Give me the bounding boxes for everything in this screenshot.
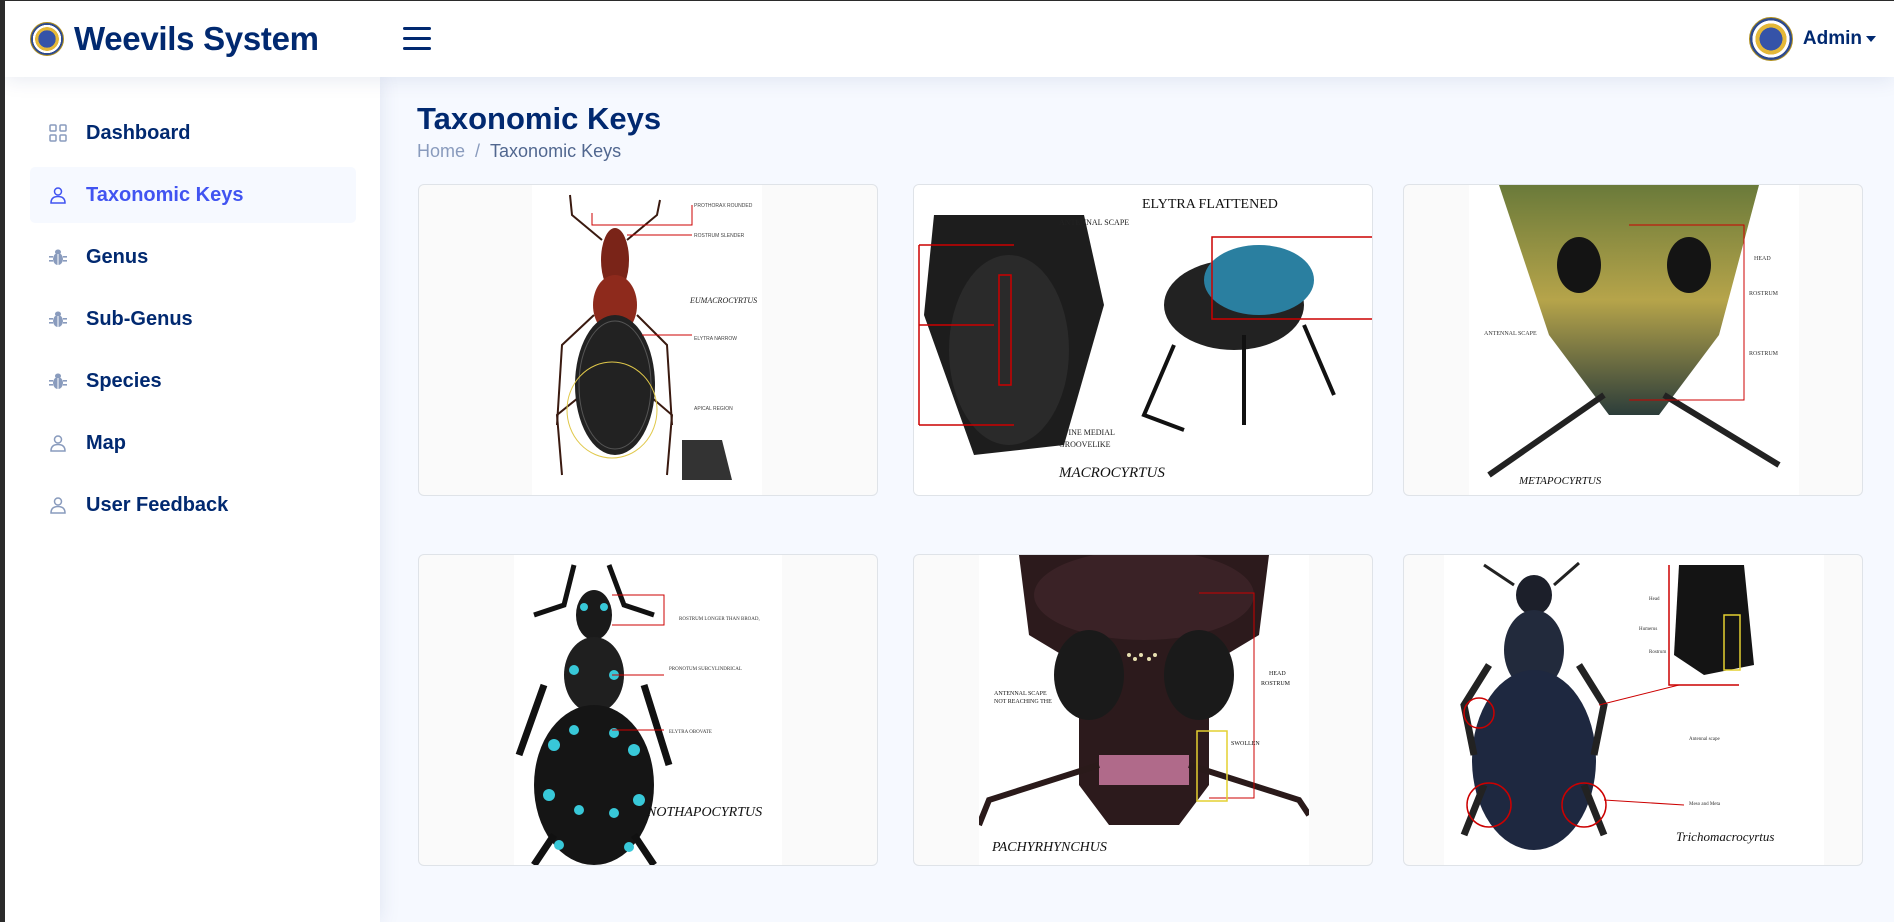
sidebar-item-user-feedback[interactable]: User Feedback	[30, 477, 356, 533]
weevil-key-image: ELYTRA FLATTENED ANTENNAL SCAPE FINE MED…	[914, 185, 1372, 495]
svg-text:Meso and Meta: Meso and Meta	[1689, 802, 1721, 807]
card-caption: Trichomacrocyrtus	[1676, 829, 1775, 844]
grid-icon	[48, 123, 68, 143]
sidebar-item-label: Genus	[86, 245, 149, 268]
breadcrumb-home-link[interactable]: Home	[417, 141, 465, 162]
svg-text:ANTENNAL SCAPE: ANTENNAL SCAPE	[1484, 331, 1537, 337]
taxonomic-key-card[interactable]: PROTHORAX ROUNDED ROSTRUM SLENDER ELYTRA N…	[418, 184, 878, 496]
sidebar-item-label: Map	[86, 431, 126, 454]
seal-logo-icon	[30, 22, 64, 56]
svg-text:PROTHORAX ROUNDED: PROTHORAX ROUNDED	[694, 203, 753, 209]
sidebar-item-sub-genus[interactable]: Sub-Genus	[30, 291, 356, 347]
sidebar: Dashboard Taxonomic Keys Genus Sub-Genus…	[5, 77, 380, 922]
svg-text:Antennal scape: Antennal scape	[1689, 737, 1720, 742]
taxonomic-key-card[interactable]: HEAD ROSTRUM ROSTRUM ANTENNAL SCAPE METAPOC…	[1403, 184, 1863, 496]
logo[interactable]: Weevils System	[30, 19, 319, 59]
bug-icon	[48, 309, 68, 329]
card-caption: PACHYRHYNCHUS	[992, 840, 1107, 855]
taxonomic-key-card[interactable]: ANTENNAL SCAPE NOT REACHING THE HEAD ROSTRU…	[913, 554, 1373, 866]
sidebar-item-label: Species	[86, 369, 162, 392]
bug-icon	[48, 371, 68, 391]
taxonomic-key-card[interactable]: ROSTRUM LONGER THAN BROAD, PRONOTUM SUBCY…	[418, 554, 878, 866]
sidebar-item-genus[interactable]: Genus	[30, 229, 356, 285]
svg-text:Humerus: Humerus	[1639, 627, 1657, 632]
sidebar-item-dashboard[interactable]: Dashboard	[30, 105, 356, 161]
svg-text:ROSTRUM: ROSTRUM	[1261, 681, 1291, 687]
app-window: Weevils System Admin Dashboard Taxonomic…	[0, 0, 1894, 922]
svg-text:ROSTRUM SLENDER: ROSTRUM SLENDER	[694, 233, 745, 239]
breadcrumb: Home / Taxonomic Keys	[417, 141, 621, 162]
page-title: Taxonomic Keys	[417, 101, 662, 136]
sidebar-item-species[interactable]: Species	[30, 353, 356, 409]
svg-text:Head: Head	[1649, 597, 1660, 602]
card-caption: NOTHAPOCYRTUS	[647, 805, 763, 820]
profile-name: Admin	[1802, 28, 1862, 49]
chevron-down-icon	[1866, 36, 1876, 42]
breadcrumb-current: Taxonomic Keys	[490, 141, 622, 161]
svg-text:GROOVELIKE: GROOVELIKE	[1059, 440, 1111, 449]
weevil-key-image: HEAD ROSTRUM ROSTRUM ANTENNAL SCAPE	[1469, 185, 1799, 495]
sidebar-item-taxonomic-keys[interactable]: Taxonomic Keys	[30, 167, 356, 223]
svg-text:Rostrum: Rostrum	[1649, 650, 1666, 655]
card-caption: MACROCYRTUS	[1059, 465, 1165, 481]
person-icon	[48, 495, 68, 515]
menu-toggle-icon[interactable]	[403, 27, 431, 51]
svg-text:ROSTRUM LONGER THAN BROAD,: ROSTRUM LONGER THAN BROAD,	[679, 617, 760, 622]
app-title: Weevils System	[74, 20, 319, 57]
svg-text:ELYTRA OBOVATE: ELYTRA OBOVATE	[669, 730, 712, 735]
sidebar-item-label: Taxonomic Keys	[86, 183, 244, 206]
person-icon	[48, 185, 68, 205]
taxonomic-key-card[interactable]: Head Humerus Rostrum Antennal scape Meso and…	[1403, 554, 1863, 866]
svg-text:ANTENNAL SCAPE: ANTENNAL SCAPE	[1059, 218, 1129, 227]
sidebar-item-label: Dashboard	[86, 121, 191, 144]
weevil-key-image: ANTENNAL SCAPE NOT REACHING THE HEAD ROSTRU…	[979, 555, 1309, 865]
breadcrumb-separator: /	[475, 141, 481, 161]
weevil-key-image: Head Humerus Rostrum Antennal scape Meso and…	[1444, 555, 1824, 865]
svg-text:FINE MEDIAL: FINE MEDIAL	[1064, 428, 1115, 437]
svg-text:NOT REACHING THE: NOT REACHING THE	[994, 699, 1052, 705]
sidebar-item-label: User Feedback	[86, 493, 229, 516]
svg-text:SWOLLEN: SWOLLEN	[1231, 741, 1260, 747]
svg-text:ELYTRA NARROW: ELYTRA NARROW	[694, 336, 737, 342]
svg-text:PRONOTUM SUBCYLINDRICAL: PRONOTUM SUBCYLINDRICAL	[669, 667, 742, 672]
card-caption: METAPOCYRTUS	[1519, 475, 1602, 487]
card-caption: EUMACROCYRTUS	[690, 296, 758, 305]
bug-icon	[48, 247, 68, 267]
profile-dropdown[interactable]: Admin	[1748, 17, 1876, 61]
svg-text:HEAD: HEAD	[1269, 671, 1286, 677]
card-heading: ELYTRA FLATTENED	[1142, 197, 1278, 212]
weevil-key-image: PROTHORAX ROUNDED ROSTRUM SLENDER ELYTRA N…	[532, 185, 762, 495]
svg-text:ROSTRUM: ROSTRUM	[1749, 291, 1779, 297]
svg-text:ANTENNAL SCAPE: ANTENNAL SCAPE	[994, 691, 1047, 697]
taxonomic-key-card[interactable]: ELYTRA FLATTENED ANTENNAL SCAPE FINE MED…	[913, 184, 1373, 496]
sidebar-item-label: Sub-Genus	[86, 307, 193, 330]
svg-text:APICAL REGION: APICAL REGION	[694, 406, 733, 412]
svg-text:HEAD: HEAD	[1754, 256, 1771, 262]
top-header: Weevils System Admin	[5, 1, 1894, 77]
avatar	[1748, 17, 1793, 61]
sidebar-item-map[interactable]: Map	[30, 415, 356, 471]
svg-text:ROSTRUM: ROSTRUM	[1749, 351, 1779, 357]
person-icon	[48, 433, 68, 453]
